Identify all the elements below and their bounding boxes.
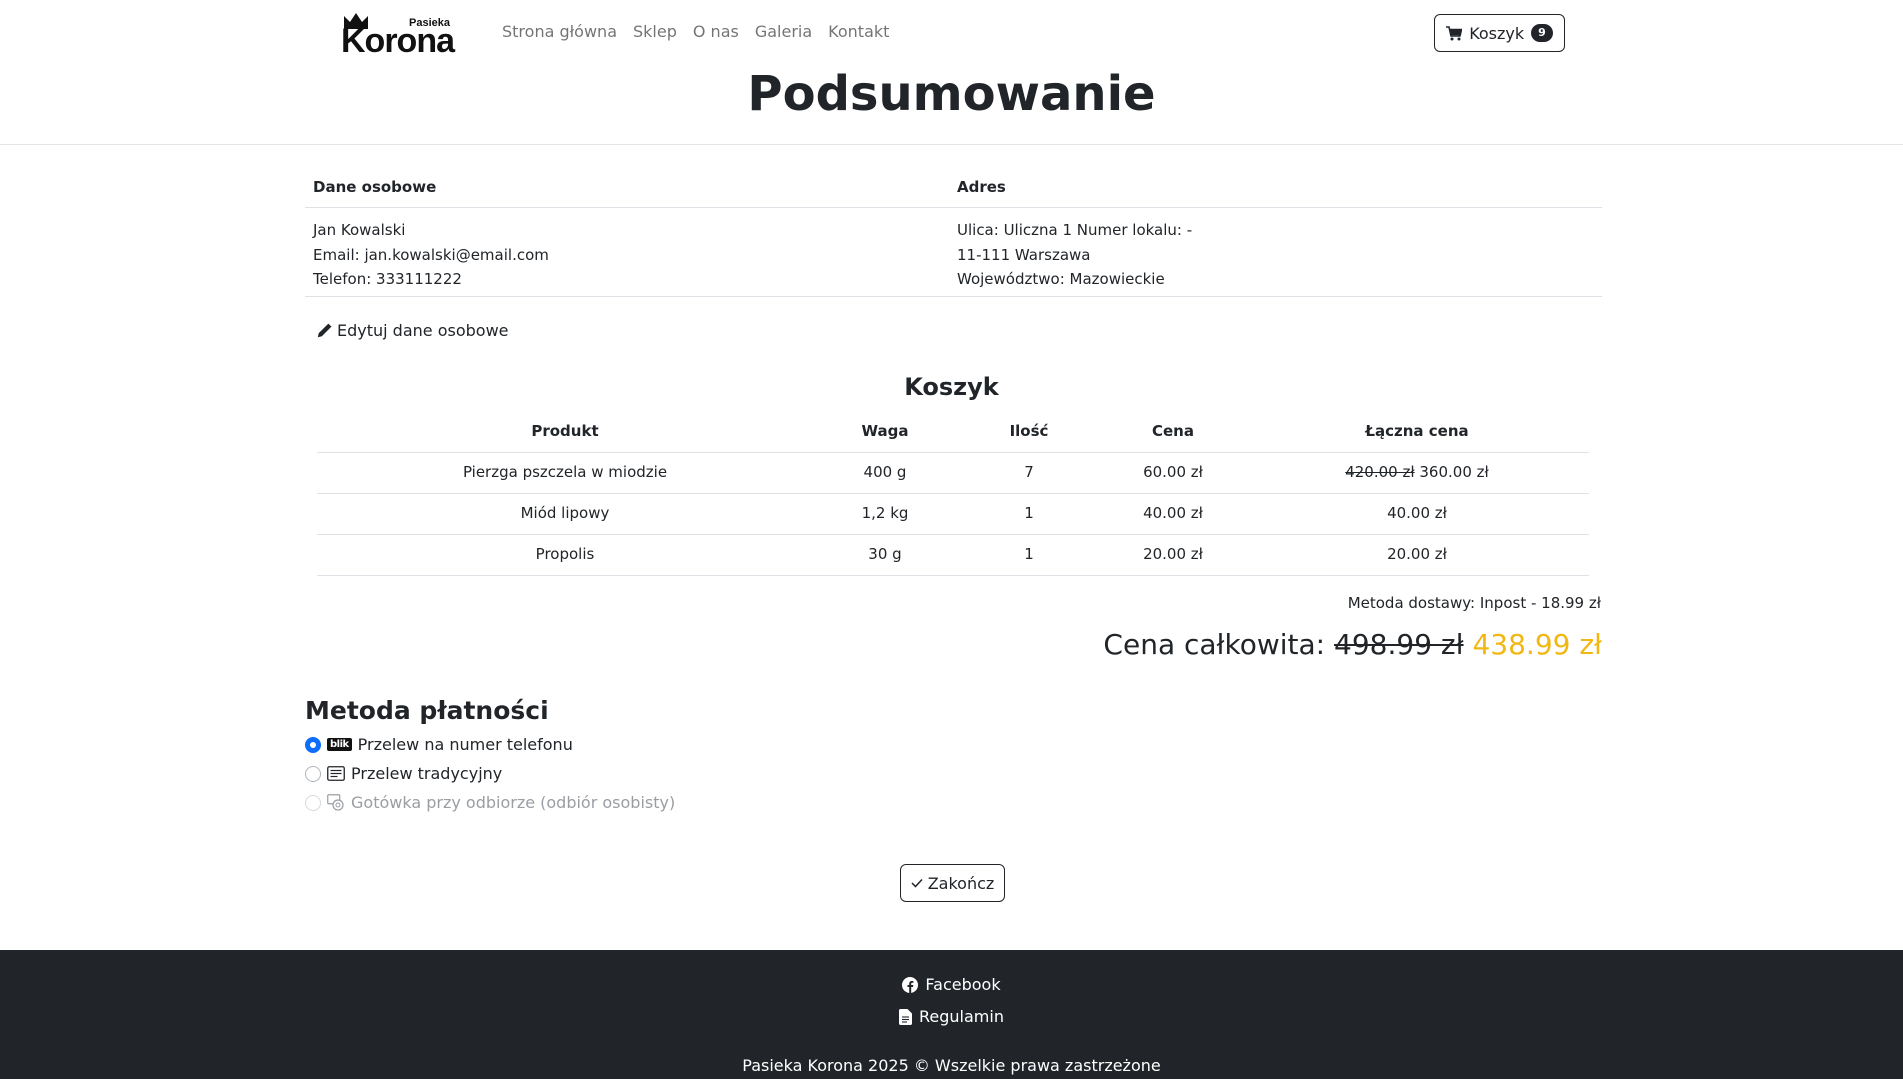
- payment-radio-transfer[interactable]: [305, 765, 321, 782]
- total-price-label: Cena całkowita:: [1103, 628, 1326, 661]
- product-total: 20.00 zł: [1387, 545, 1447, 563]
- product-quantity: 1: [1024, 504, 1034, 522]
- cart-table-header-row: Produkt Waga Ilość Cena Łączna cena: [317, 412, 1589, 453]
- transfer-icon: [327, 766, 345, 781]
- cart-heading: Koszyk: [904, 373, 999, 401]
- finish-button[interactable]: Zakończ: [900, 864, 1005, 902]
- product-total-old: 420.00 zł: [1345, 463, 1415, 481]
- product-name: Pierzga pszczela w miodzie: [462, 463, 668, 481]
- table-row: Propolis 30 g 1 20.00 zł 20.00 zł: [317, 535, 1589, 576]
- address-city: 11-111 Warszawa: [957, 245, 1091, 264]
- total-price-new: 438.99 zł: [1472, 628, 1602, 661]
- column-header-total: Łączna cena: [1365, 422, 1469, 440]
- payment-option-transfer[interactable]: Przelew tradycyjny: [305, 764, 502, 783]
- payment-option-blik[interactable]: blik Przelew na numer telefonu: [305, 735, 573, 754]
- customer-info-body-row: Jan Kowalski Email: jan.kowalski@email.c…: [305, 208, 1602, 297]
- product-total: 360.00 zł: [1419, 463, 1489, 481]
- logo[interactable]: Pasieka Korona: [341, 12, 461, 60]
- nav-link-gallery[interactable]: Galeria: [755, 22, 812, 41]
- nav-link-shop[interactable]: Sklep: [633, 22, 677, 41]
- table-row: Miód lipowy 1,2 kg 1 40.00 zł 40.00 zł: [317, 494, 1589, 535]
- column-header-quantity: Ilość: [1009, 422, 1049, 440]
- footer-terms-label: Regulamin: [919, 1007, 1004, 1026]
- column-header-price: Cena: [1152, 422, 1194, 440]
- address-heading: Adres: [957, 178, 1006, 196]
- logo-big-text: Korona: [341, 22, 455, 60]
- product-quantity: 7: [1024, 463, 1034, 481]
- footer-terms-link[interactable]: Regulamin: [0, 1007, 1903, 1026]
- pencil-icon: [317, 323, 332, 338]
- column-header-weight: Waga: [861, 422, 909, 440]
- blik-icon: blik: [327, 738, 352, 751]
- product-weight: 30 g: [868, 545, 902, 563]
- payment-option-cash[interactable]: Gotówka przy odbiorze (odbiór osobisty): [305, 793, 675, 812]
- edit-personal-data-link[interactable]: Edytuj dane osobowe: [317, 321, 509, 340]
- personal-data-heading: Dane osobowe: [313, 178, 437, 196]
- customer-info-header-row: Dane osobowe Adres: [305, 168, 1602, 208]
- customer-info-table: Dane osobowe Adres Jan Kowalski Email: j…: [305, 168, 1602, 297]
- address-cell: Ulica: Uliczna 1 Numer lokalu: - 11-111 …: [957, 218, 1192, 292]
- customer-email: Email: jan.kowalski@email.com: [313, 245, 549, 264]
- product-quantity: 1: [1024, 545, 1034, 563]
- product-total-cell: 420.00 zł 360.00 zł: [1245, 463, 1589, 481]
- product-weight: 400 g: [863, 463, 907, 481]
- product-price: 60.00 zł: [1143, 463, 1203, 481]
- nav-link-contact[interactable]: Kontakt: [828, 22, 889, 41]
- cash-icon: [327, 794, 344, 811]
- cart-button[interactable]: Koszyk 9: [1434, 14, 1565, 52]
- document-icon: [899, 1008, 913, 1025]
- address-region: Województwo: Mazowieckie: [957, 270, 1165, 288]
- payment-radio-cash[interactable]: [305, 794, 321, 811]
- page-title: Podsumowanie: [747, 66, 1156, 122]
- address-street: Ulica: Uliczna 1 Numer lokalu: -: [957, 221, 1193, 239]
- payment-method-heading: Metoda płatności: [305, 696, 549, 725]
- finish-button-label: Zakończ: [927, 873, 995, 893]
- product-price: 20.00 zł: [1143, 545, 1203, 563]
- footer-facebook-label: Facebook: [925, 975, 1001, 994]
- edit-personal-data-label: Edytuj dane osobowe: [337, 321, 509, 340]
- table-row: Pierzga pszczela w miodzie 400 g 7 60.00…: [317, 453, 1589, 494]
- customer-phone: Telefon: 333111222: [313, 270, 462, 288]
- nav-link-about[interactable]: O nas: [693, 22, 739, 41]
- cart-button-label: Koszyk: [1469, 23, 1525, 43]
- payment-option-transfer-label: Przelew tradycyjny: [351, 764, 503, 783]
- check-icon: [911, 878, 923, 888]
- personal-data-cell: Jan Kowalski Email: jan.kowalski@email.c…: [313, 218, 549, 292]
- header-divider: [0, 144, 1903, 145]
- total-price: Cena całkowita: 498.99 zł 438.99 zł: [900, 628, 1602, 661]
- cart-count-badge: 9: [1531, 24, 1553, 42]
- facebook-icon: [902, 976, 919, 993]
- footer: Facebook Regulamin Pasieka Korona 2025 ©…: [0, 950, 1903, 1079]
- product-price: 40.00 zł: [1143, 504, 1203, 522]
- navbar: Pasieka Korona Strona główna Sklep O nas…: [0, 0, 1903, 67]
- cart-table: Produkt Waga Ilość Cena Łączna cena Pier…: [317, 412, 1589, 576]
- nav-link-home[interactable]: Strona główna: [502, 22, 617, 41]
- footer-facebook-link[interactable]: Facebook: [0, 975, 1903, 994]
- main-nav: Strona główna Sklep O nas Galeria Kontak…: [502, 22, 905, 41]
- product-name: Propolis: [535, 545, 595, 563]
- delivery-method: Metoda dostawy: Inpost - 18.99 zł: [1347, 594, 1601, 612]
- product-weight: 1,2 kg: [861, 504, 909, 522]
- payment-radio-blik[interactable]: [305, 736, 321, 753]
- footer-copyright: Pasieka Korona 2025 © Wszelkie prawa zas…: [742, 1056, 1161, 1075]
- column-header-product: Produkt: [531, 422, 599, 440]
- total-price-old: 498.99 zł: [1334, 628, 1464, 661]
- payment-option-cash-label: Gotówka przy odbiorze (odbiór osobisty): [351, 793, 676, 812]
- product-name: Miód lipowy: [520, 504, 610, 522]
- product-total: 40.00 zł: [1387, 504, 1447, 522]
- cart-icon: [1446, 25, 1463, 40]
- customer-name: Jan Kowalski: [313, 221, 406, 239]
- payment-option-blik-label: Przelew na numer telefonu: [357, 735, 573, 754]
